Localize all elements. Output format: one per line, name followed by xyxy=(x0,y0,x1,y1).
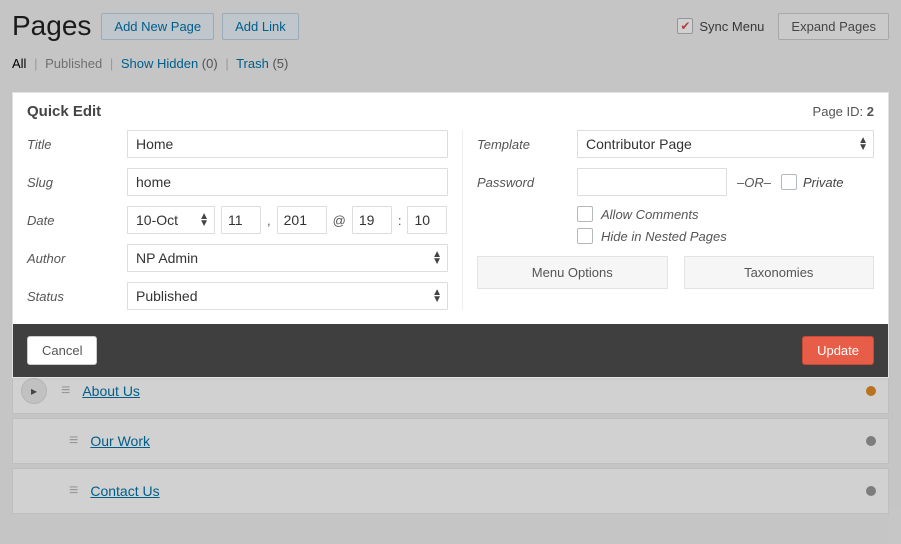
drag-handle-icon[interactable]: ≡ xyxy=(61,382,68,400)
page-link[interactable]: Our Work xyxy=(90,433,150,449)
add-new-page-button[interactable]: Add New Page xyxy=(101,13,214,40)
label-password: Password xyxy=(477,175,577,190)
sync-menu-label: Sync Menu xyxy=(699,19,764,34)
page-link[interactable]: About Us xyxy=(82,383,140,399)
day-input[interactable] xyxy=(221,206,261,234)
menu-options-button[interactable]: Menu Options xyxy=(477,256,668,289)
author-select[interactable]: NP Admin xyxy=(127,244,448,272)
year-input[interactable] xyxy=(277,206,327,234)
hour-input[interactable] xyxy=(352,206,392,234)
filter-show-hidden[interactable]: Show Hidden xyxy=(121,56,198,71)
hide-nested-checkbox[interactable] xyxy=(577,228,593,244)
status-dot xyxy=(866,386,876,396)
title-input[interactable] xyxy=(127,130,448,158)
label-status: Status xyxy=(27,289,127,304)
add-link-button[interactable]: Add Link xyxy=(222,13,299,40)
label-author: Author xyxy=(27,251,127,266)
expand-pages-button[interactable]: Expand Pages xyxy=(778,13,889,40)
private-label: Private xyxy=(803,175,843,190)
private-checkbox[interactable] xyxy=(781,174,797,190)
drag-handle-icon[interactable]: ≡ xyxy=(69,482,76,500)
label-template: Template xyxy=(477,137,577,152)
page-row: ≡ Contact Us xyxy=(12,468,889,514)
password-input[interactable] xyxy=(577,168,727,196)
status-dot xyxy=(866,486,876,496)
update-button[interactable]: Update xyxy=(802,336,874,365)
label-slug: Slug xyxy=(27,175,127,190)
filter-trash[interactable]: Trash xyxy=(236,56,269,71)
allow-comments-checkbox[interactable] xyxy=(577,206,593,222)
hide-nested-label: Hide in Nested Pages xyxy=(601,229,727,244)
label-title: Title xyxy=(27,137,127,152)
quick-edit-panel: Quick Edit Page ID: 2 Title Slug Date xyxy=(12,92,889,378)
slug-input[interactable] xyxy=(127,168,448,196)
page-id-label: Page ID: xyxy=(813,104,864,119)
or-text: –OR– xyxy=(737,175,771,190)
minute-input[interactable] xyxy=(407,206,447,234)
page-row: ≡ Our Work xyxy=(12,418,889,464)
month-select[interactable]: 10-Oct xyxy=(127,206,215,234)
filter-trash-count: (5) xyxy=(272,56,288,71)
filter-show-hidden-count: (0) xyxy=(202,56,218,71)
sync-menu-checkbox[interactable] xyxy=(677,18,693,34)
drag-handle-icon[interactable]: ≡ xyxy=(69,432,76,450)
sync-menu-toggle[interactable]: Sync Menu xyxy=(677,18,764,34)
filter-row: All | Published | Show Hidden (0) | Tras… xyxy=(12,56,889,71)
status-select[interactable]: Published xyxy=(127,282,448,310)
template-select[interactable]: Contributor Page xyxy=(577,130,874,158)
status-dot xyxy=(866,436,876,446)
page-id-value: 2 xyxy=(867,104,874,119)
cancel-button[interactable]: Cancel xyxy=(27,336,97,365)
allow-comments-label: Allow Comments xyxy=(601,207,699,222)
filter-published[interactable]: Published xyxy=(45,56,102,71)
page-title: Pages xyxy=(12,10,91,42)
page-link[interactable]: Contact Us xyxy=(90,483,159,499)
quick-edit-heading: Quick Edit xyxy=(27,103,101,120)
expand-toggle[interactable] xyxy=(21,378,47,404)
filter-all[interactable]: All xyxy=(12,56,26,71)
label-date: Date xyxy=(27,213,127,228)
taxonomies-button[interactable]: Taxonomies xyxy=(684,256,875,289)
